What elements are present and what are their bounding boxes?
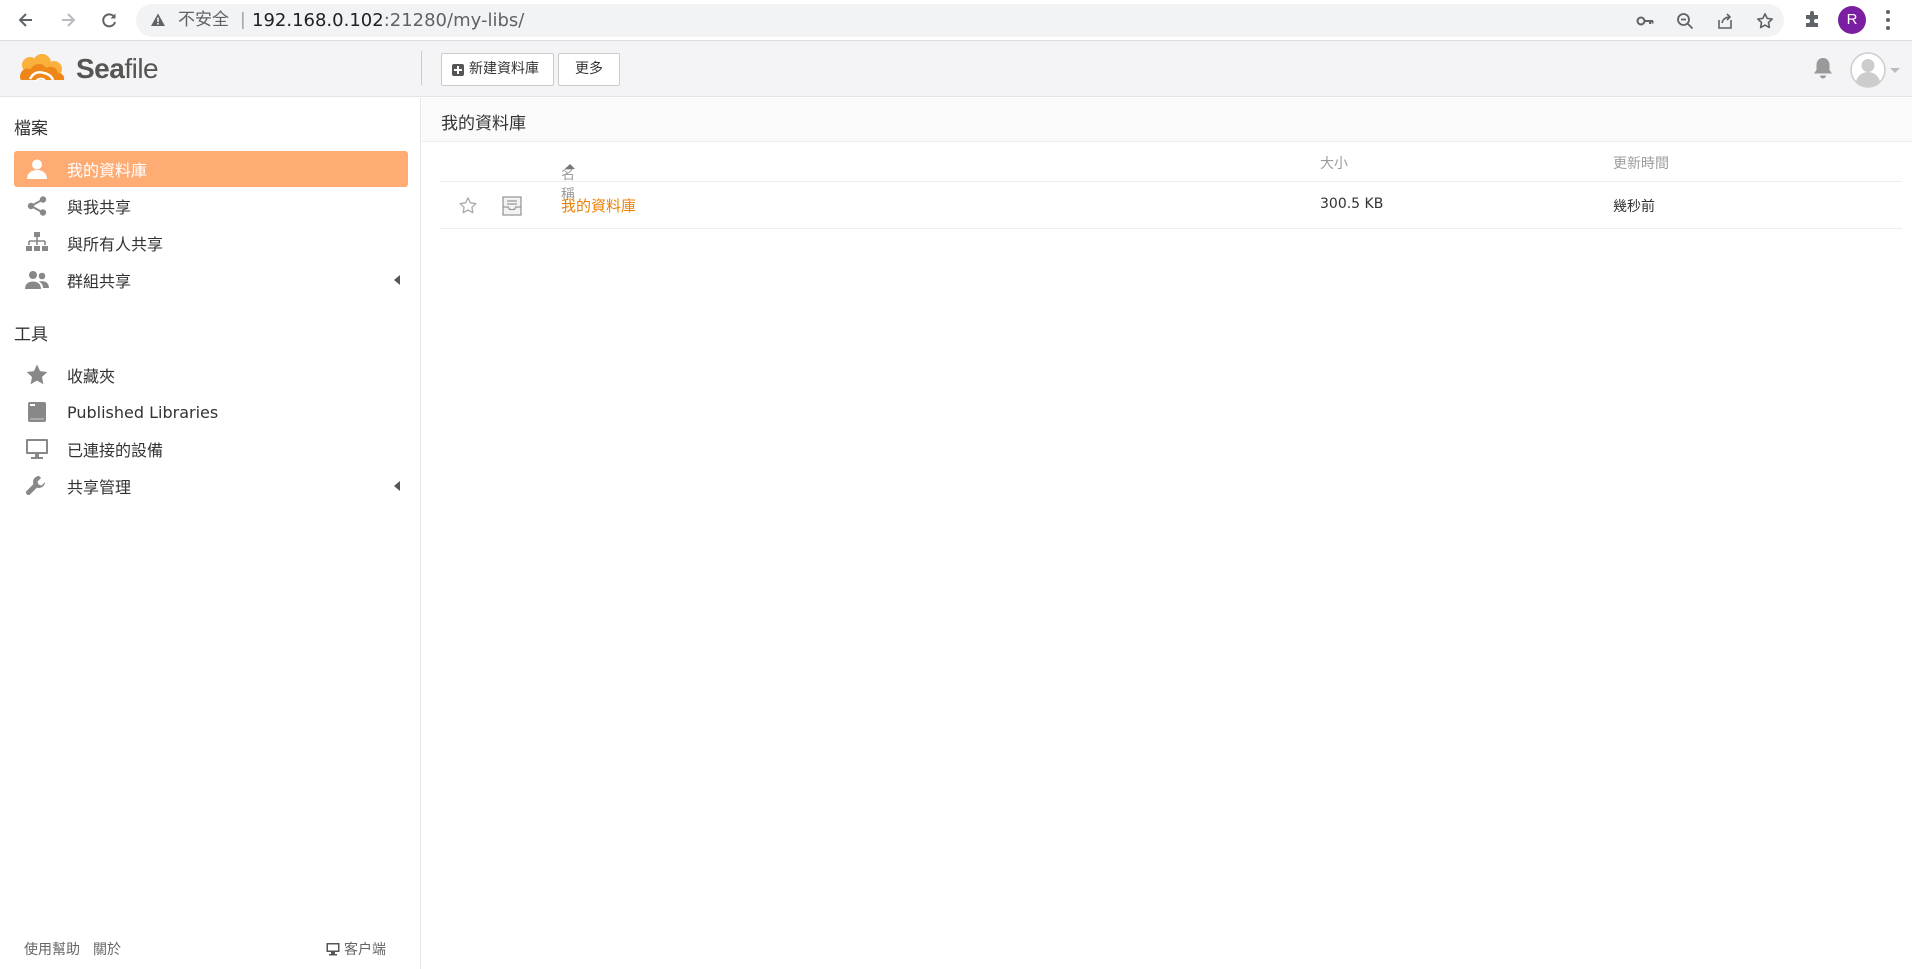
sidebar-item-label: 與所有人共享: [67, 235, 164, 254]
sidebar-item-published-libraries[interactable]: Published Libraries: [14, 394, 408, 430]
star-outline-icon[interactable]: [458, 196, 478, 216]
brand-name: Seafile: [76, 53, 159, 85]
warning-icon: [151, 13, 165, 26]
omnibox-separator: |: [240, 10, 246, 30]
sidebar-item-label: 共享管理: [67, 478, 132, 497]
brand-rest: file: [124, 53, 159, 84]
more-label: 更多: [575, 61, 603, 77]
path-bar: 我的資料庫: [422, 98, 1912, 142]
app-header: Seafile 新建資料庫 更多: [0, 41, 1912, 97]
sidebar-footer: 使用幫助 關於 客户端: [0, 929, 420, 969]
desktop-icon: [326, 943, 340, 956]
sidebar-item-label: 與我共享: [67, 198, 132, 217]
library-name-link[interactable]: 我的資料庫: [561, 195, 636, 216]
org-chart-icon: [24, 230, 50, 256]
about-link[interactable]: 關於: [93, 939, 121, 959]
column-mtime-header[interactable]: 更新時間: [1613, 153, 1669, 173]
sidebar-item-label: 我的資料庫: [67, 161, 148, 180]
browser-menu-icon[interactable]: [1882, 8, 1894, 32]
sidebar-item-shared-with-all[interactable]: 與所有人共享: [14, 225, 408, 261]
sort-asc-icon: [565, 164, 575, 169]
sidebar-item-group-shares[interactable]: 群組共享: [14, 262, 408, 298]
brand-bold: Sea: [76, 53, 125, 84]
library-table: 名稱 大小 更新時間 我的資料庫 300.5 KB 幾秒前: [440, 142, 1902, 229]
reload-icon[interactable]: [95, 6, 123, 34]
zoom-out-icon[interactable]: [1676, 12, 1694, 30]
user-avatar-icon[interactable]: [1850, 52, 1886, 88]
help-link[interactable]: 使用幫助: [24, 939, 80, 959]
share-page-icon[interactable]: [1716, 12, 1734, 30]
plus-icon: [452, 63, 464, 76]
header-divider: [421, 51, 422, 85]
library-icon: [502, 196, 522, 216]
url-text[interactable]: 192.168.0.102:21280/my-libs/: [252, 4, 524, 37]
address-bar[interactable]: 不安全 | 192.168.0.102:21280/my-libs/: [136, 4, 1784, 37]
files-heading: 檔案: [14, 119, 48, 139]
sidebar-item-share-admin[interactable]: 共享管理: [14, 468, 408, 504]
browser-toolbar: 不安全 | 192.168.0.102:21280/my-libs/ R: [0, 0, 1912, 41]
seafile-logo[interactable]: Seafile: [16, 51, 166, 87]
notification-bell-icon[interactable]: [1812, 56, 1834, 80]
sidebar-item-favorites[interactable]: 收藏夾: [14, 357, 408, 393]
table-row[interactable]: 我的資料庫 300.5 KB 幾秒前: [440, 182, 1902, 229]
client-label: 客户端: [344, 942, 386, 958]
library-size: 300.5 KB: [1320, 196, 1384, 212]
main-content: 我的資料庫 名稱 大小 更新時間 我的資料庫 300.5 KB 幾秒前: [422, 98, 1912, 969]
bookmark-star-icon[interactable]: [1756, 12, 1774, 30]
sidebar-item-shared-with-me[interactable]: 與我共享: [14, 188, 408, 224]
sidebar-item-my-libraries[interactable]: 我的資料庫: [14, 151, 408, 187]
tools-heading: 工具: [14, 325, 48, 345]
sidebar-item-label: 群組共享: [67, 272, 132, 291]
back-icon[interactable]: [12, 6, 40, 34]
breadcrumb: 我的資料庫: [441, 114, 526, 134]
new-library-button[interactable]: 新建資料庫: [441, 53, 554, 86]
wrench-icon: [24, 473, 50, 499]
url-host: 192.168.0.102: [252, 10, 384, 31]
client-link[interactable]: 客户端: [326, 939, 386, 959]
share-icon: [24, 193, 50, 219]
book-icon: [24, 399, 50, 425]
library-mtime: 幾秒前: [1613, 199, 1655, 215]
forward-icon[interactable]: [54, 6, 82, 34]
seafile-cloud-icon: [20, 54, 65, 82]
expand-caret-icon[interactable]: [394, 275, 400, 285]
key-icon[interactable]: [1636, 12, 1654, 30]
sidebar-item-label: 收藏夾: [67, 367, 116, 386]
new-library-label: 新建資料庫: [469, 61, 539, 77]
column-size-header: 大小: [1320, 156, 1348, 172]
monitor-icon: [24, 436, 50, 462]
sidebar-item-label: Published Libraries: [67, 402, 219, 422]
expand-caret-icon[interactable]: [394, 481, 400, 491]
url-path: :21280/my-libs/: [383, 10, 525, 31]
profile-avatar[interactable]: R: [1838, 6, 1866, 34]
user-icon: [24, 156, 50, 182]
avatar-dropdown-caret[interactable]: [1890, 68, 1900, 73]
star-icon: [24, 362, 50, 388]
sidebar: 檔案 我的資料庫 與我共享 與所有人共享 群組共享 工具 收藏夾 Publish…: [0, 98, 421, 969]
security-label[interactable]: 不安全: [178, 4, 229, 37]
extensions-icon[interactable]: [1802, 9, 1824, 31]
more-button[interactable]: 更多: [558, 53, 620, 86]
group-icon: [24, 267, 50, 293]
sidebar-item-label: 已連接的設備: [67, 441, 164, 460]
sidebar-item-linked-devices[interactable]: 已連接的設備: [14, 431, 408, 467]
table-header: 名稱 大小 更新時間: [440, 142, 1902, 203]
